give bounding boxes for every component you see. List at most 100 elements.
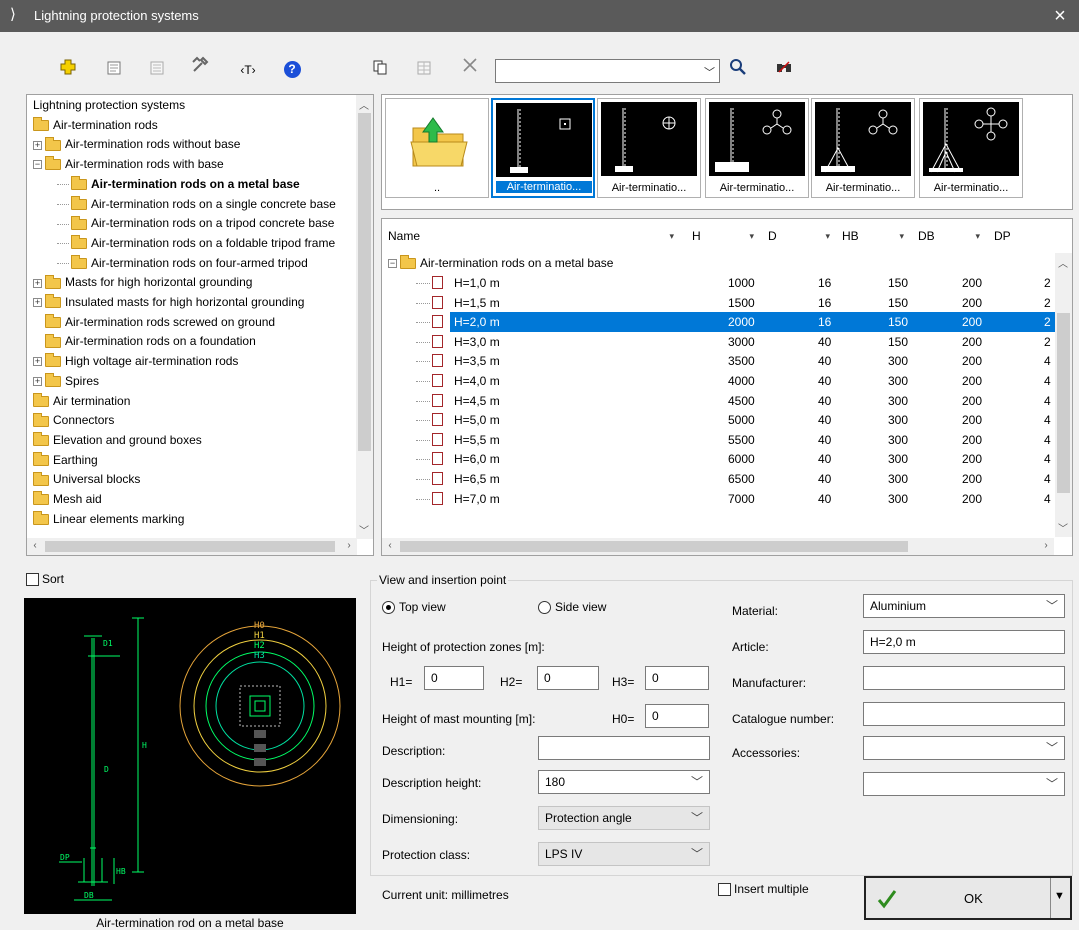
tree-item[interactable]: + Spires xyxy=(33,371,99,391)
category-tree[interactable]: Lightning protection systems Air-terminat… xyxy=(26,94,374,556)
find-binoculars-icon[interactable] xyxy=(772,58,796,82)
tree-item[interactable]: Mesh aid xyxy=(33,489,102,509)
filter-dropdown-icon[interactable]: ▾ xyxy=(899,219,904,253)
protection-class-select[interactable]: LPS IV ﹀ xyxy=(538,842,710,866)
table-row[interactable]: H=4,5 m 4500 40 300 200 4 xyxy=(382,391,1072,411)
thumbnail-rod-tripod-frame[interactable]: Air-terminatio... xyxy=(811,98,915,198)
h3-field[interactable]: 0 xyxy=(645,666,709,690)
list-icon[interactable] xyxy=(145,58,169,82)
scroll-down-icon[interactable]: ﹀ xyxy=(1055,520,1071,535)
table-row[interactable]: H=2,0 m 2000 16 150 200 2 xyxy=(382,312,1072,333)
tree-scroll-thumb[interactable] xyxy=(358,113,371,451)
tree-item[interactable]: Universal blocks xyxy=(33,469,140,489)
table-row[interactable]: H=1,0 m 1000 16 150 200 2 xyxy=(382,273,1072,293)
h2-field[interactable]: 0 xyxy=(537,666,599,690)
grid-scroll-thumb[interactable] xyxy=(1057,313,1070,493)
table-icon[interactable] xyxy=(412,58,436,82)
tree-vertical-scrollbar[interactable]: ︿ ﹀ xyxy=(356,95,373,539)
properties-icon[interactable] xyxy=(102,58,126,82)
grid-horizontal-scrollbar[interactable]: ‹ › xyxy=(382,538,1054,555)
filter-dropdown-icon[interactable]: ▾ xyxy=(825,219,830,253)
tree-horizontal-scrollbar[interactable]: ‹ › xyxy=(27,538,357,555)
add-icon[interactable] xyxy=(56,58,80,82)
search-icon[interactable] xyxy=(726,58,750,82)
grid-group-row[interactable]: − Air-termination rods on a metal base xyxy=(388,253,613,273)
tree-item[interactable]: Air-termination rods screwed on ground xyxy=(33,312,275,332)
filter-dropdown-icon[interactable]: ▾ xyxy=(669,219,674,253)
h0-field[interactable]: 0 xyxy=(645,704,709,728)
thumbnail-rod-square[interactable]: Air-terminatio... xyxy=(491,98,595,198)
tree-item[interactable]: Air-termination rods on a tripod concret… xyxy=(57,213,334,233)
tree-item[interactable]: Air-termination rods on a single concret… xyxy=(57,194,336,214)
scroll-down-icon[interactable]: ﹀ xyxy=(356,522,372,537)
ok-button[interactable]: OK ▼ xyxy=(864,876,1072,920)
description-height-select[interactable]: 180 ﹀ xyxy=(538,770,710,794)
table-row[interactable]: H=4,0 m 4000 40 300 200 4 xyxy=(382,371,1072,391)
grid-hscroll-thumb[interactable] xyxy=(400,541,908,552)
manufacturer-field[interactable] xyxy=(863,666,1065,690)
tree-item[interactable]: + Masts for high horizontal grounding xyxy=(33,272,252,292)
collapse-icon[interactable]: − xyxy=(33,160,42,170)
scroll-up-icon[interactable]: ︿ xyxy=(356,97,372,112)
sort-check-box[interactable] xyxy=(26,573,39,587)
tree-item[interactable]: Elevation and ground boxes xyxy=(33,430,202,450)
table-row[interactable]: H=5,5 m 5500 40 300 200 4 xyxy=(382,430,1072,450)
tree-item[interactable]: Air-termination rods xyxy=(33,115,158,135)
table-row[interactable]: H=6,5 m 6500 40 300 200 4 xyxy=(382,469,1072,489)
table-row[interactable]: H=6,0 m 6000 40 300 200 4 xyxy=(382,449,1072,469)
scroll-up-icon[interactable]: ︿ xyxy=(1055,255,1071,270)
table-row[interactable]: H=7,0 m 7000 40 300 200 4 xyxy=(382,489,1072,509)
tree-item[interactable]: + High voltage air-termination rods xyxy=(33,351,238,371)
help-icon[interactable]: ? xyxy=(280,58,304,82)
extra-select[interactable]: ﹀ xyxy=(863,772,1065,796)
scroll-right-icon[interactable]: › xyxy=(341,540,357,551)
material-select[interactable]: Aluminium ﹀ xyxy=(863,594,1065,618)
tree-item[interactable]: Lightning protection systems xyxy=(33,95,185,115)
tools-icon[interactable] xyxy=(188,56,212,80)
insert-multiple-checkbox[interactable]: Insert multiple xyxy=(718,882,809,897)
description-field[interactable] xyxy=(538,736,710,760)
copy-icon[interactable] xyxy=(368,58,392,82)
h1-field[interactable]: 0 xyxy=(424,666,484,690)
column-header-dp[interactable]: DP xyxy=(994,219,1054,253)
top-view-radio[interactable]: Top view xyxy=(382,600,446,615)
table-row[interactable]: H=3,5 m 3500 40 300 200 4 xyxy=(382,351,1072,371)
tree-item[interactable]: Air termination xyxy=(33,391,130,411)
thumbnail-rod-tripod[interactable]: Air-terminatio... xyxy=(705,98,809,198)
scroll-left-icon[interactable]: ‹ xyxy=(27,540,43,551)
expand-icon[interactable]: + xyxy=(33,278,42,288)
tree-item[interactable]: Air-termination rods on a metal base xyxy=(57,174,300,194)
tree-item[interactable]: + Air-termination rods without base xyxy=(33,134,240,154)
table-row[interactable]: H=3,0 m 3000 40 150 200 2 xyxy=(382,332,1072,352)
insert-multiple-check-box[interactable] xyxy=(718,883,731,897)
tree-item[interactable]: Air-termination rods on a foundation xyxy=(33,331,256,351)
tree-item[interactable]: Air-termination rods on four-armed tripo… xyxy=(57,253,308,273)
scroll-right-icon[interactable]: › xyxy=(1038,540,1054,551)
thumbnail-rod-circle[interactable]: Air-terminatio... xyxy=(597,98,701,198)
parts-grid[interactable]: Name ▾ H ▾ D ▾ HB ▾ DB ▾ DP − Air-termination rods … xyxy=(381,218,1073,556)
tree-item[interactable]: Air-termination rods on a foldable tripo… xyxy=(57,233,335,253)
scroll-left-icon[interactable]: ‹ xyxy=(382,540,398,551)
close-button[interactable]: × xyxy=(1047,3,1073,29)
text-tag-icon[interactable]: ‹T› xyxy=(236,58,260,82)
ok-dropdown-arrow-icon[interactable]: ▼ xyxy=(1054,890,1065,902)
column-header-d[interactable]: D ▾ xyxy=(768,219,834,253)
collapse-icon[interactable]: − xyxy=(388,259,397,269)
delete-icon[interactable] xyxy=(458,56,482,80)
table-row[interactable]: H=1,5 m 1500 16 150 200 2 xyxy=(382,293,1072,313)
sort-checkbox[interactable]: Sort xyxy=(26,572,64,587)
expand-icon[interactable]: + xyxy=(33,377,42,387)
tree-item[interactable]: Earthing xyxy=(33,450,98,470)
thumbnail-up-folder[interactable]: .. xyxy=(385,98,489,198)
tree-item[interactable]: − Air-termination rods with base xyxy=(33,154,224,174)
expand-icon[interactable]: + xyxy=(33,298,42,308)
tree-item[interactable]: Linear elements marking xyxy=(33,509,184,529)
search-combo[interactable]: ﹀ xyxy=(495,59,720,83)
expand-icon[interactable]: + xyxy=(33,140,42,150)
tree-hscroll-thumb[interactable] xyxy=(45,541,335,552)
table-row[interactable]: H=5,0 m 5000 40 300 200 4 xyxy=(382,410,1072,430)
catalogue-number-field[interactable] xyxy=(863,702,1065,726)
filter-dropdown-icon[interactable]: ▾ xyxy=(975,219,980,253)
dimensioning-select[interactable]: Protection angle ﹀ xyxy=(538,806,710,830)
tree-item[interactable]: Connectors xyxy=(33,410,114,430)
